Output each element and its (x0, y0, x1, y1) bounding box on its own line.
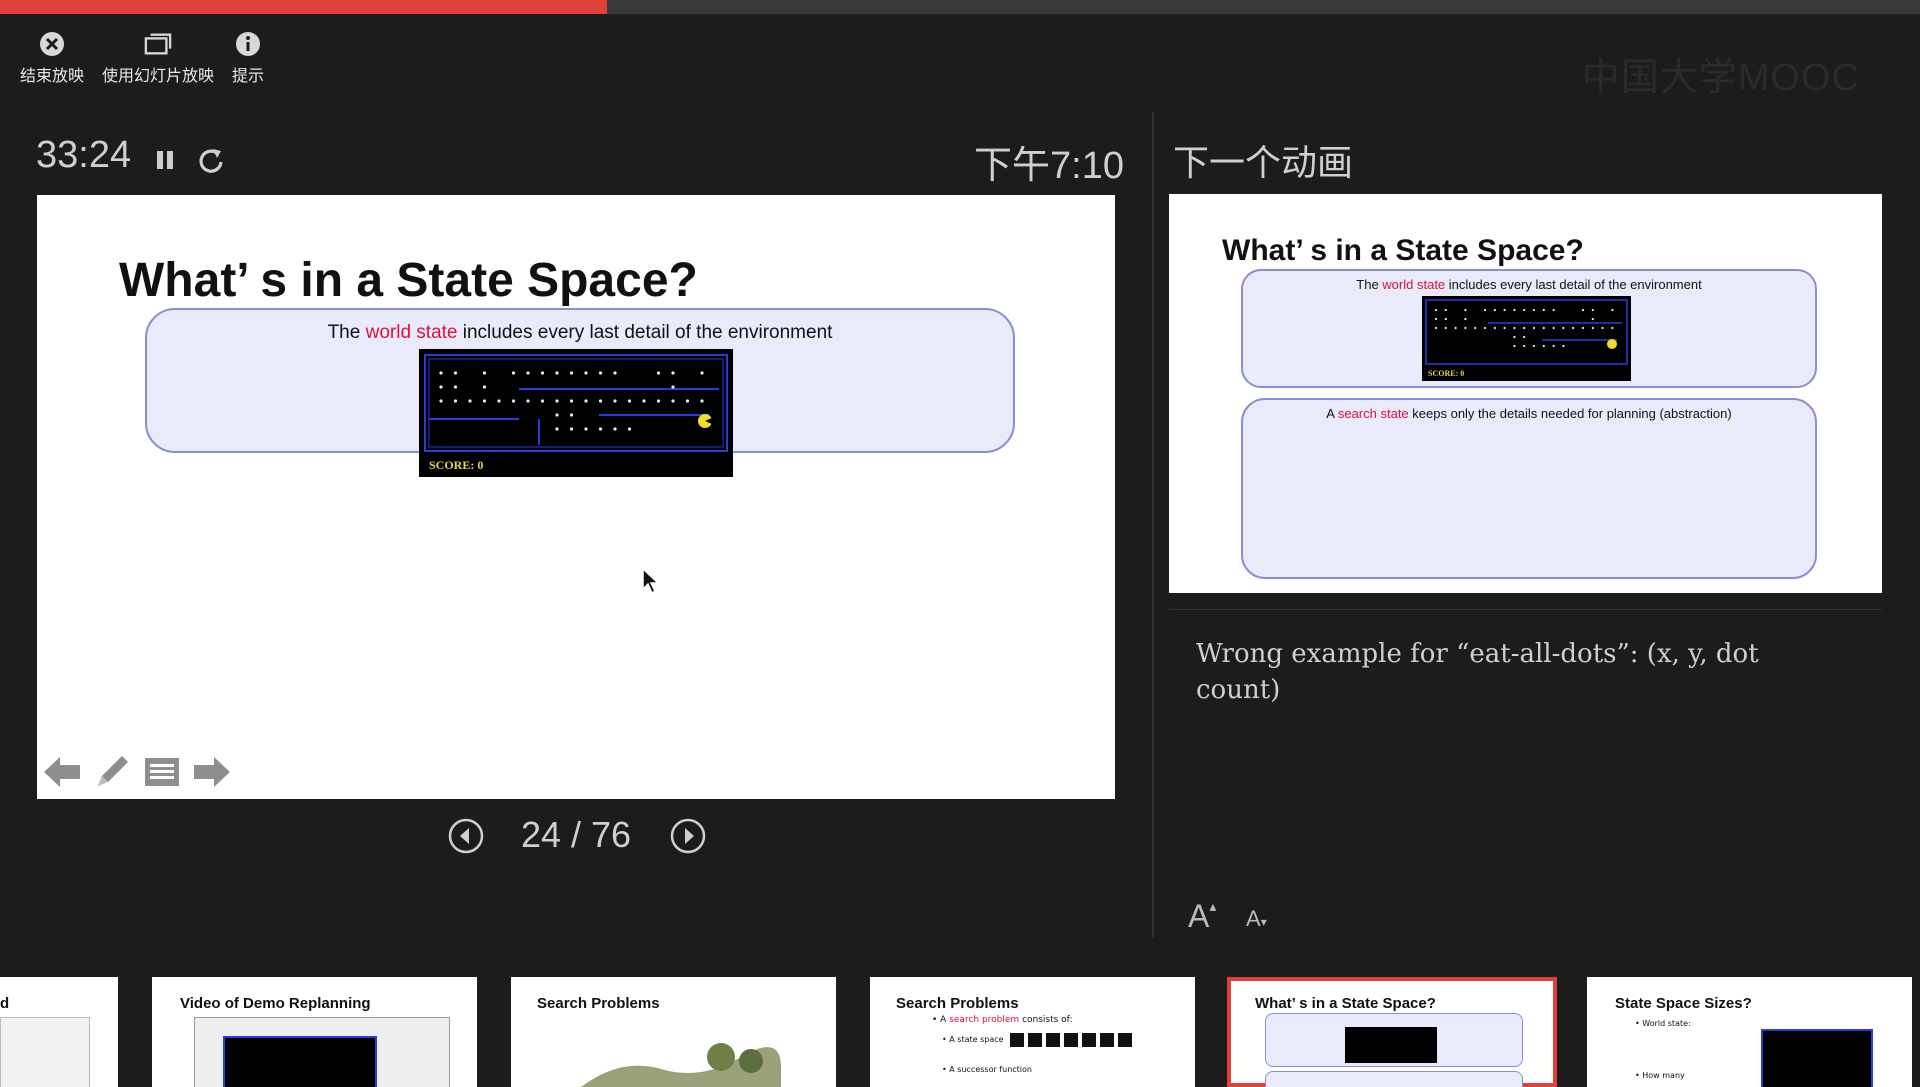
thumbnail-bullet: • A search problem consists of: (932, 1015, 1073, 1025)
progress-fill (0, 0, 607, 14)
pager-next-button[interactable] (670, 818, 706, 854)
thumbnail-state-grid (1010, 1033, 1132, 1047)
presentation-progress-bar (0, 0, 1920, 14)
circle-left-icon (448, 818, 484, 854)
pager-previous-button[interactable] (448, 818, 484, 854)
top-toolbar: 结束放映 使用幻灯片放映 提示 (20, 30, 264, 86)
thumbnail-title: d (0, 995, 10, 1012)
pause-timer-button[interactable] (152, 146, 180, 174)
thumbnail-title: Search Problems (896, 995, 1019, 1012)
thumbnail-title: State Space Sizes? (1615, 995, 1752, 1012)
thumbnail-state-space-current[interactable]: What’ s in a State Space? (1227, 977, 1557, 1087)
next-animation-label: 下一个动画 (1173, 143, 1354, 184)
world-state-caption: The world state includes every last deta… (327, 322, 833, 343)
caret-down-icon: ▾ (1260, 915, 1267, 929)
menu-icon (145, 758, 179, 786)
slide-tools (41, 751, 233, 793)
elapsed-timer: 33:24 (36, 134, 132, 176)
svg-text:SCORE: 0: SCORE: 0 (1428, 369, 1464, 378)
next-slide-button[interactable] (191, 751, 233, 793)
use-slideshow-button[interactable]: 使用幻灯片放映 (102, 30, 214, 86)
next-pacman-game-image: SCORE: 0 (1422, 296, 1631, 381)
thumbnail-title: What’ s in a State Space? (1255, 995, 1436, 1012)
increase-font-button[interactable]: A▴ (1188, 898, 1216, 935)
arrow-left-icon (44, 757, 80, 787)
mooc-watermark-logo: 中国大学MOOC (1581, 57, 1860, 99)
thumbnail-pacman-image (1345, 1027, 1437, 1063)
end-show-label: 结束放映 (20, 66, 85, 85)
thumbnail-box (1265, 1071, 1523, 1087)
thumbnail-image (0, 1017, 90, 1087)
pen-tool-button[interactable] (91, 751, 133, 793)
slide-pager: 24 / 76 (448, 814, 706, 856)
slide-menu-button[interactable] (141, 751, 183, 793)
pacman-game-image: SCORE: 0 (419, 349, 733, 477)
decrease-font-button[interactable]: A▾ (1246, 906, 1267, 932)
thumbnail-pacman-image (1761, 1029, 1873, 1087)
thumbnail-bullet: • A successor function (942, 1065, 1032, 1074)
next-search-state-caption: A search state keeps only the details ne… (1326, 406, 1732, 421)
mouse-cursor-icon (641, 567, 661, 599)
thumbnail-search-problems-1[interactable]: Search Problems (511, 977, 836, 1087)
pause-icon (157, 151, 173, 169)
page-counter: 24 / 76 (520, 814, 632, 855)
previous-slide-button[interactable] (41, 751, 83, 793)
caret-up-icon: ▴ (1209, 898, 1217, 914)
thumbnail-bullet: • World state: (1635, 1019, 1691, 1028)
current-slide[interactable]: What’ s in a State Space? The world stat… (37, 195, 1115, 799)
thumbnail-title: Video of Demo Replanning (180, 995, 371, 1012)
current-time: 下午7:10 (974, 145, 1124, 187)
thumbnail-search-problems-2[interactable]: Search Problems • A search problem consi… (870, 977, 1195, 1087)
hint-button[interactable]: 提示 (232, 30, 264, 86)
info-icon (234, 30, 262, 58)
next-slide-title: What’ s in a State Space? (1222, 234, 1584, 267)
hint-label: 提示 (232, 66, 265, 85)
pen-icon (98, 756, 128, 786)
speaker-notes: Wrong example for “eat-all-dots”: (x, y,… (1196, 639, 1759, 705)
svg-text:SCORE: 0: SCORE: 0 (429, 458, 483, 472)
close-circle-icon (38, 30, 66, 58)
next-world-state-caption: The world state includes every last deta… (1356, 277, 1702, 292)
reset-timer-button[interactable] (196, 146, 224, 174)
thumbnail-video-demo-replanning[interactable]: Video of Demo Replanning (152, 977, 477, 1087)
thumbnail-bullet: • How many (1635, 1071, 1685, 1080)
circle-right-icon (670, 818, 706, 854)
notes-divider (1169, 609, 1882, 610)
end-show-button[interactable]: 结束放映 (20, 30, 84, 86)
thumbnail-title: Search Problems (537, 995, 660, 1012)
next-search-state-box: A search state keeps only the details ne… (1241, 398, 1817, 579)
next-slide-preview[interactable]: What’ s in a State Space? The world stat… (1169, 194, 1882, 593)
slide-title: What’ s in a State Space? (119, 254, 698, 307)
use-slideshow-label: 使用幻灯片放映 (102, 66, 215, 85)
restart-icon (199, 149, 223, 173)
slideshow-icon (144, 30, 172, 58)
thumbnail-slide-prev-2[interactable]: d (0, 977, 118, 1087)
arrow-right-icon (194, 757, 230, 787)
thumbnail-state-space-sizes[interactable]: State Space Sizes? • World state: • How … (1587, 977, 1912, 1087)
thumbnail-image (194, 1017, 450, 1087)
panel-divider (1152, 112, 1154, 938)
thumbnail-bullet: • A state space (942, 1035, 1004, 1044)
